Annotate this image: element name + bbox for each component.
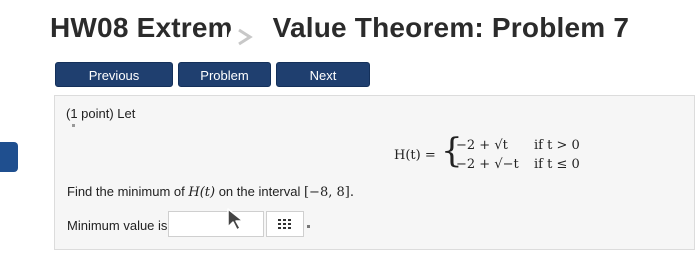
question-interval: [−8, 8]. [303,185,354,200]
case1-condition: if t > 0 [534,138,580,153]
answer-label: Minimum value is [67,218,168,233]
page-title-part2: Value Theorem: Problem 7 [272,12,630,43]
page-title: HW08 Extrem Value Theorem: Problem 7 [50,12,629,44]
bullet-marker [72,124,75,127]
function-lhs: H(t) = [394,148,436,163]
case1-expression: −2 + √t [456,138,508,153]
answer-input[interactable] [168,211,264,237]
loading-icon [228,26,262,50]
question-text: Find the minimum of H(t) on the interval… [67,184,354,200]
period-dot [307,225,310,228]
case2-expression: −2 + √−t [456,157,519,172]
page-title-part1: HW08 Extrem [50,12,233,43]
mouse-pointer-icon [226,207,248,238]
problem-points: (1 point) Let [66,106,136,121]
question-prefix: Find the minimum of [67,184,189,199]
question-function: H(t) [188,185,216,200]
problem-nav: Previous Problem Problem List Next Probl… [55,62,370,108]
previous-problem-button[interactable]: Previous Problem [55,62,173,108]
question-mid: on the interval [215,184,304,199]
side-tab[interactable] [0,142,18,172]
case2-condition: if t ≤ 0 [534,157,580,172]
grid-icon[interactable] [266,211,304,237]
next-problem-button[interactable]: Next Problem [276,62,370,108]
problem-list-button[interactable]: Problem List [178,62,271,108]
